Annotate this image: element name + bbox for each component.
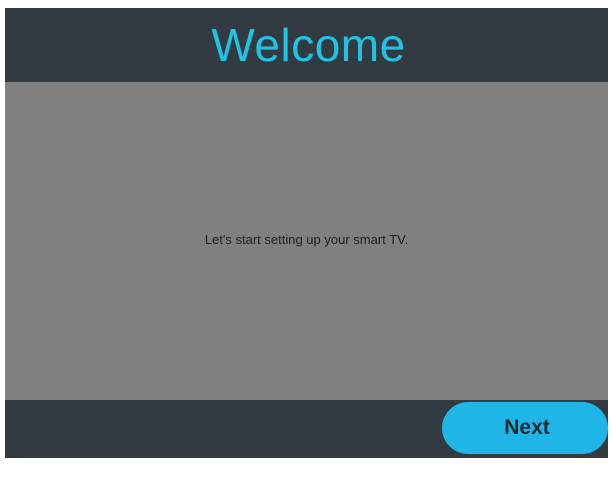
next-button[interactable]: Next <box>442 402 608 454</box>
header-bar: Welcome <box>5 8 608 82</box>
content-panel: Let's start setting up your smart TV. <box>5 82 608 400</box>
page-title: Welcome <box>211 19 406 71</box>
welcome-message: Let's start setting up your smart TV. <box>204 231 409 247</box>
footer-bar: Next <box>5 400 608 458</box>
setup-screen: Welcome Let's start setting up your smar… <box>5 8 608 458</box>
